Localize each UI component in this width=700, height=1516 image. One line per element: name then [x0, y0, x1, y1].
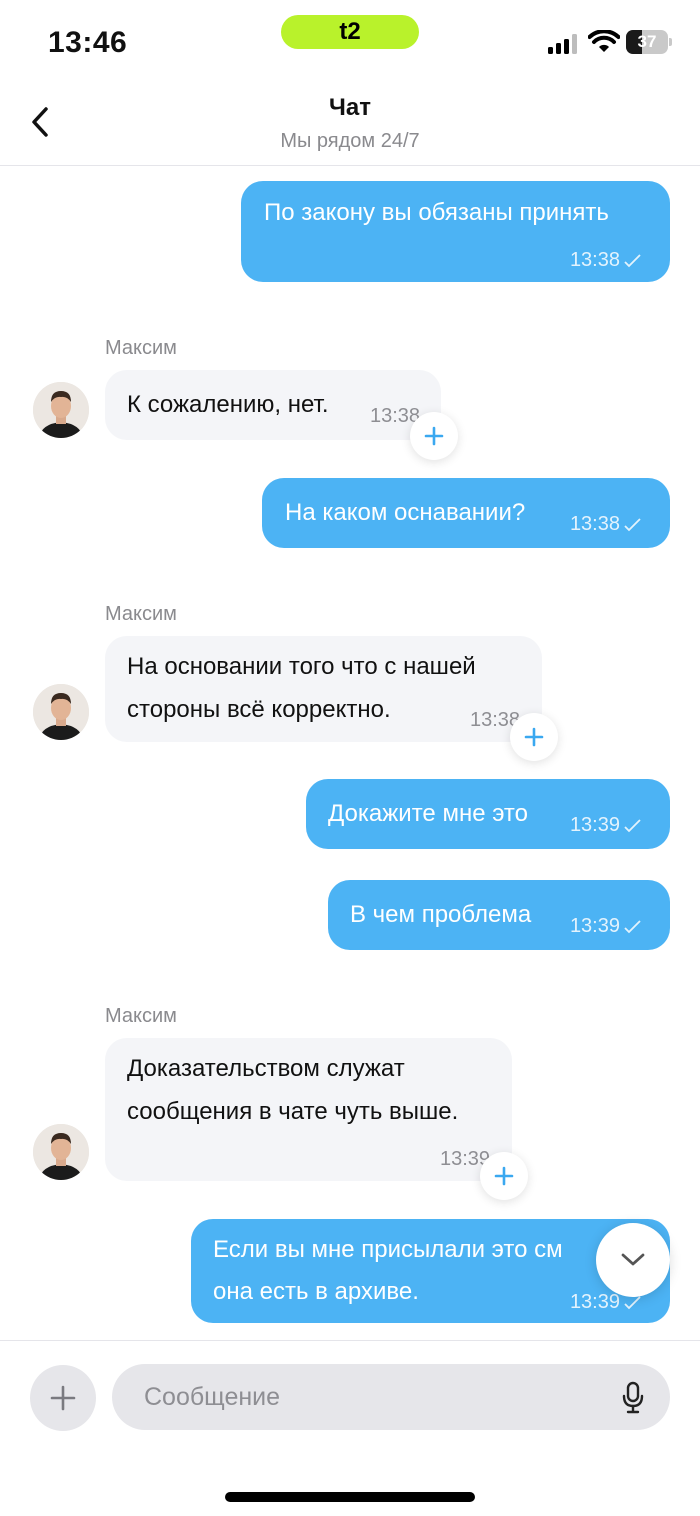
message-text-line: сообщения в чате чуть выше.: [127, 1098, 459, 1125]
add-reaction-button[interactable]: [410, 412, 458, 460]
chat-header: Чат Мы рядом 24/7: [0, 80, 700, 166]
sender-name: Максим: [105, 603, 177, 625]
carrier-logo: t2: [281, 15, 419, 49]
message-timestamp: 13:39: [569, 915, 620, 937]
sender-name: Максим: [105, 1005, 177, 1027]
incoming-message[interactable]: К сожалению, нет. 13:38: [105, 370, 441, 440]
message-text: На каком оснавании?: [285, 499, 526, 526]
signal-icon: [548, 34, 577, 54]
sent-check-icon: [624, 254, 641, 267]
outgoing-message[interactable]: В чем проблема 13:39: [328, 880, 670, 950]
message-text-line: На основании того что с нашей: [127, 653, 476, 680]
avatar: [33, 382, 89, 438]
microphone-icon: [622, 1381, 644, 1414]
home-indicator: [225, 1492, 475, 1502]
incoming-message[interactable]: Доказательством служат сообщения в чате …: [105, 1038, 512, 1181]
message-time: 13:38: [570, 241, 642, 279]
message-time: 13:38: [570, 505, 642, 543]
plus-icon: [50, 1385, 76, 1411]
sent-check-icon: [624, 1296, 641, 1309]
status-bar: 13:46 t2 37: [0, 0, 700, 80]
attach-button[interactable]: [30, 1365, 96, 1431]
message-time: 13:39: [570, 907, 642, 945]
battery-icon: 37: [626, 30, 672, 54]
message-text-line: Доказательством служат: [127, 1055, 405, 1082]
message-timestamp: 13:39: [569, 1291, 620, 1313]
message-text: Докажите мне это: [328, 800, 529, 827]
message-timestamp: 13:38: [569, 513, 620, 535]
scroll-to-bottom-button[interactable]: [596, 1223, 670, 1297]
sent-check-icon: [624, 518, 641, 531]
message-text-line: Если вы мне присылали это см: [213, 1236, 563, 1263]
message-list[interactable]: По закону вы обязаны принять 13:38 Макси…: [0, 167, 700, 1340]
message-input[interactable]: [112, 1364, 670, 1430]
wifi-icon: [588, 30, 620, 52]
message-time: 13:39: [570, 806, 642, 844]
message-text-line: она есть в архиве.: [213, 1278, 419, 1305]
sent-check-icon: [624, 920, 641, 933]
avatar: [33, 1124, 89, 1180]
message-text: К сожалению, нет.: [127, 391, 329, 418]
page-subtitle: Мы рядом 24/7: [280, 130, 420, 152]
page-title: Чат: [329, 94, 371, 121]
avatar: [33, 684, 89, 740]
outgoing-message[interactable]: По закону вы обязаны принять 13:38: [241, 181, 670, 282]
incoming-message[interactable]: На основании того что с нашей стороны вс…: [105, 636, 542, 742]
add-reaction-button[interactable]: [480, 1152, 528, 1200]
plus-icon: [524, 727, 544, 747]
message-text: В чем проблема: [350, 901, 532, 928]
outgoing-message[interactable]: Докажите мне это 13:39: [306, 779, 670, 849]
chevron-down-icon: [621, 1253, 645, 1266]
battery-level: 37: [637, 32, 657, 51]
message-text-line: стороны всё корректно.: [127, 696, 391, 723]
outgoing-message[interactable]: На каком оснавании? 13:38: [262, 478, 670, 548]
sender-name: Максим: [105, 337, 177, 359]
add-reaction-button[interactable]: [510, 713, 558, 761]
message-timestamp: 13:39: [569, 814, 620, 836]
status-time: 13:46: [48, 26, 128, 59]
message-text: По закону вы обязаны принять: [264, 199, 609, 226]
plus-icon: [424, 426, 444, 446]
message-composer: [0, 1340, 700, 1516]
sent-check-icon: [624, 819, 641, 832]
message-timestamp: 13:38: [569, 249, 620, 271]
plus-icon: [494, 1166, 514, 1186]
microphone-button[interactable]: [616, 1379, 650, 1417]
